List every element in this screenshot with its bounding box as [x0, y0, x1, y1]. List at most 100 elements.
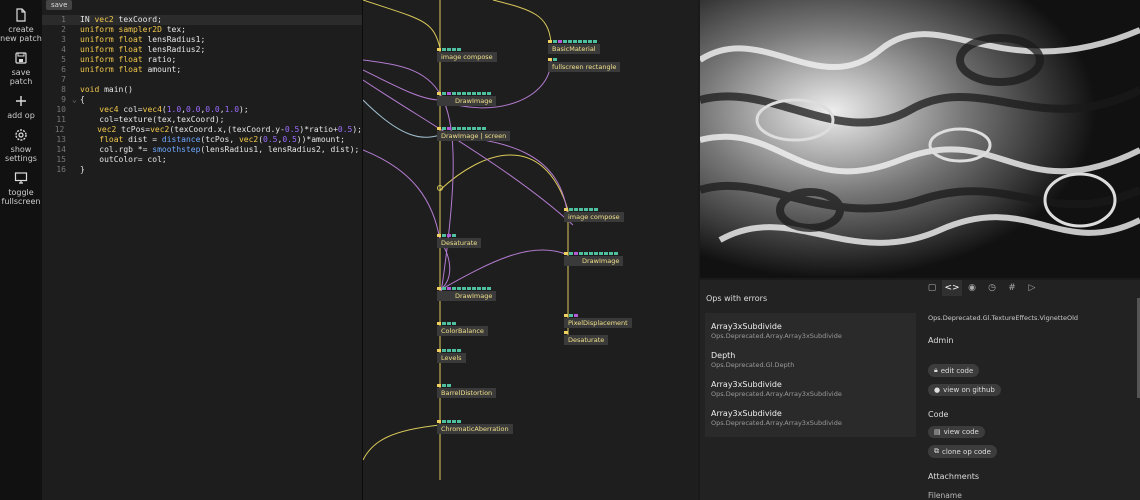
- line-number: 10: [56, 105, 66, 114]
- line-content: }: [80, 165, 85, 174]
- code-line[interactable]: 4 uniform float lensRadius2;: [42, 45, 362, 55]
- save-patch-button[interactable]: save patch: [0, 51, 42, 86]
- error-item[interactable]: Array3xSubdivide Ops.Deprecated.Array.Ar…: [705, 375, 916, 404]
- fold-marker: [72, 85, 80, 95]
- op-label: PixelDisplacement: [564, 318, 632, 328]
- op-desaturate-2[interactable]: Desaturate: [564, 331, 609, 345]
- op-label: Desaturate: [564, 335, 609, 345]
- line-content: uniform float amount;: [80, 65, 182, 74]
- fold-marker: [72, 65, 80, 75]
- code-line[interactable]: 10 vec4 col=vec4(1.0,0.0,0.0,1.0);: [42, 105, 362, 115]
- book-icon[interactable]: ▢: [922, 280, 942, 296]
- op-pixel-displacement[interactable]: PixelDisplacement: [564, 314, 632, 328]
- view-code-button[interactable]: ▤ view code: [928, 426, 985, 438]
- op-barrel-distortion[interactable]: BarrelDistortion: [437, 384, 497, 398]
- code-line[interactable]: 2 uniform sampler2D tex;: [42, 25, 362, 35]
- create-new-patch-button[interactable]: create new patch: [0, 8, 42, 43]
- add-op-button[interactable]: add op: [0, 94, 42, 120]
- code-line[interactable]: 15 outColor= col;: [42, 155, 362, 165]
- code-icon[interactable]: <>: [942, 280, 962, 296]
- line-number: 5: [61, 55, 66, 64]
- add-op-label: add op: [7, 111, 35, 120]
- line-number: 12: [54, 125, 65, 134]
- document-icon: ▤: [934, 428, 941, 436]
- save-button[interactable]: save: [46, 0, 73, 10]
- line-number: 1: [61, 15, 66, 24]
- op-label: Desaturate: [437, 238, 482, 248]
- code-line[interactable]: 13 float dist = distance(tcPos, vec2(0.5…: [42, 135, 362, 145]
- ops-with-errors-panel: Ops with errors Array3xSubdivide Ops.Dep…: [700, 280, 920, 500]
- clone-op-code-button[interactable]: ⧉ clone op code: [928, 445, 997, 458]
- patch-cables: [363, 0, 574, 480]
- eye-icon[interactable]: ◉: [962, 280, 982, 296]
- fold-marker: [72, 155, 80, 165]
- op-drawimage-3[interactable]: DrawImage: [437, 287, 497, 301]
- code-line[interactable]: 8 void main(): [42, 85, 362, 95]
- clock-icon[interactable]: ◷: [982, 280, 1002, 296]
- fold-marker: [72, 55, 80, 65]
- error-op-name: Array3xSubdivide: [711, 322, 782, 331]
- code-editor[interactable]: save 1 IN vec2 texCoord; 2 uniform sampler2…: [42, 0, 363, 500]
- plus-icon: [16, 96, 26, 106]
- error-op-name: Depth: [711, 351, 736, 360]
- toggle-fullscreen-button[interactable]: toggle fullscreen: [0, 171, 42, 206]
- op-image-compose[interactable]: image compose: [437, 48, 497, 62]
- line-number: 13: [56, 135, 66, 144]
- code-line[interactable]: 12 vec2 tcPos=vec2(texCoord.x,(texCoord.…: [42, 125, 362, 135]
- code-line[interactable]: 9 ⌄{: [42, 95, 362, 105]
- op-desaturate[interactable]: Desaturate: [437, 234, 482, 248]
- error-op-path: Ops.Deprecated.Array.Array3xSubdivide: [711, 390, 842, 398]
- code-line[interactable]: 11 col=texture(tex,texCoord);: [42, 115, 362, 125]
- file-icon: [16, 8, 26, 22]
- code-area[interactable]: 1 IN vec2 texCoord; 2 uniform sampler2D tex…: [42, 15, 362, 175]
- line-content: {: [80, 95, 85, 104]
- line-number: 9: [61, 95, 66, 104]
- filename-header: Filename: [928, 491, 962, 500]
- line-number: 16: [56, 165, 66, 174]
- fold-marker: [72, 165, 80, 175]
- error-item[interactable]: Array3xSubdivide Ops.Deprecated.Array.Ar…: [705, 404, 916, 433]
- error-op-path: Ops.Deprecated.Gl.Depth: [711, 361, 795, 369]
- error-item[interactable]: Depth Ops.Deprecated.Gl.Depth: [705, 346, 916, 375]
- op-chromatic-aberration[interactable]: ChromaticAberration: [437, 420, 513, 434]
- fold-marker[interactable]: ⌄: [72, 95, 80, 105]
- op-color-balance[interactable]: ColorBalance: [437, 322, 488, 336]
- line-content: vec2 tcPos=vec2(texCoord.x,(texCoord.y-0…: [97, 125, 362, 134]
- op-drawimage[interactable]: DrawImage: [437, 92, 497, 106]
- op-fullscreen-rectangle[interactable]: fullscreen rectangle: [548, 58, 621, 72]
- op-basic-material[interactable]: BasicMaterial: [548, 40, 600, 54]
- line-number: 14: [56, 145, 66, 154]
- code-line[interactable]: 1 IN vec2 texCoord;: [42, 15, 362, 25]
- play-icon[interactable]: ▷: [1022, 280, 1042, 296]
- op-image-compose-2[interactable]: image compose: [564, 208, 624, 222]
- code-line[interactable]: 6 uniform float amount;: [42, 65, 362, 75]
- admin-title: Admin: [928, 336, 954, 345]
- code-line[interactable]: 5 uniform float ratio;: [42, 55, 362, 65]
- error-item[interactable]: Array3xSubdivide Ops.Deprecated.Array.Ar…: [705, 317, 916, 346]
- view-github-label: view on github: [943, 386, 995, 394]
- op-label: fullscreen rectangle: [548, 62, 621, 72]
- error-op-name: Array3xSubdivide: [711, 380, 782, 389]
- error-op-path: Ops.Deprecated.Array.Array3xSubdivide: [711, 419, 842, 427]
- render-preview[interactable]: [700, 0, 1140, 278]
- code-line[interactable]: 16}: [42, 165, 362, 175]
- info-tabs: ▢ <> ◉ ◷ # ▷: [920, 280, 1140, 296]
- op-drawimage-screen[interactable]: DrawImage | screen: [437, 127, 511, 141]
- op-label: BasicMaterial: [548, 44, 600, 54]
- save-icon: [15, 52, 27, 64]
- error-op-name: Array3xSubdivide: [711, 409, 782, 418]
- code-line[interactable]: 7: [42, 75, 362, 85]
- code-line[interactable]: 14 col.rgb *= smoothstep(lensRadius1, le…: [42, 145, 362, 155]
- hash-icon[interactable]: #: [1002, 280, 1022, 296]
- op-levels[interactable]: Levels: [437, 349, 466, 363]
- code-line[interactable]: 3 uniform float lensRadius1;: [42, 35, 362, 45]
- show-settings-button[interactable]: show settings: [0, 128, 42, 163]
- op-drawimage-2[interactable]: DrawImage: [564, 252, 624, 266]
- fold-marker: [72, 35, 80, 45]
- patch-canvas[interactable]: image compose BasicMaterial fullscreen r…: [363, 0, 698, 500]
- view-on-github-button[interactable]: ● view on github: [928, 384, 1001, 396]
- op-label: image compose: [564, 212, 624, 222]
- code-title: Code: [928, 410, 949, 419]
- edit-code-button[interactable]: 🔒︎ edit code: [928, 364, 980, 377]
- line-content: col.rgb *= smoothstep(lensRadius1, lensR…: [80, 145, 360, 154]
